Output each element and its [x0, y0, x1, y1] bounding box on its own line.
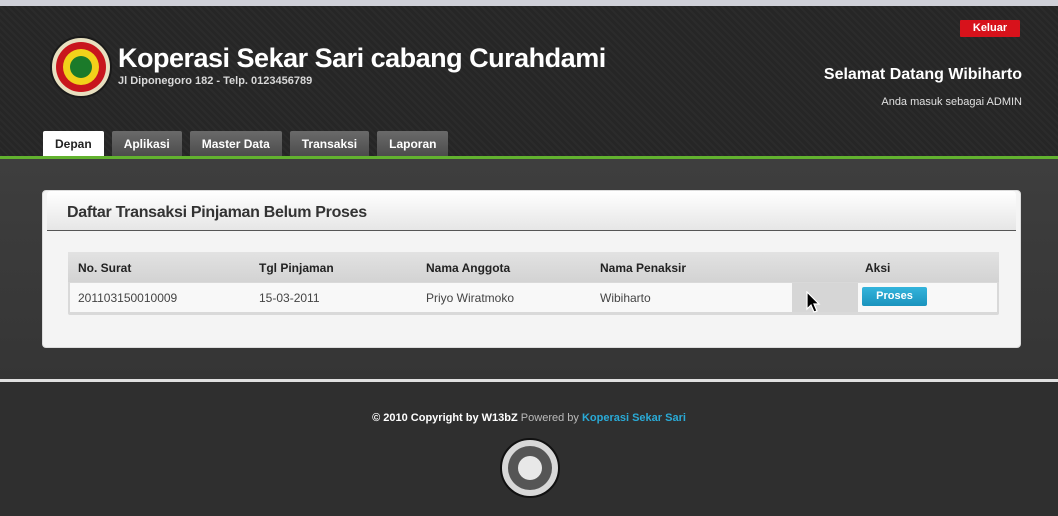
brand-link[interactable]: Koperasi Sekar Sari: [582, 412, 686, 424]
pending-loans-table: No. Surat Tgl Pinjaman Nama Anggota Nama…: [68, 252, 999, 315]
footer-logo-icon: [500, 438, 560, 498]
site-header: Koperasi Sekar Sari cabang Curahdami Jl …: [0, 6, 1058, 159]
logout-button[interactable]: Keluar: [960, 20, 1020, 37]
panel-title: Daftar Transaksi Pinjaman Belum Proses: [67, 204, 367, 221]
col-nama-anggota: Nama Anggota: [426, 261, 511, 275]
cell-tgl-pinjaman: 15-03-2011: [259, 291, 320, 305]
cell-nama-anggota: Priyo Wiratmoko: [426, 291, 515, 305]
main-nav: Depan Aplikasi Master Data Transaksi Lap…: [43, 131, 456, 159]
tab-laporan[interactable]: Laporan: [377, 131, 449, 157]
tab-depan[interactable]: Depan: [43, 131, 104, 159]
col-aksi: Aksi: [865, 261, 891, 275]
tab-transaksi[interactable]: Transaksi: [289, 131, 370, 157]
col-nama-penaksir: Nama Penaksir: [600, 261, 687, 275]
mouse-cursor-icon: [806, 291, 821, 313]
cell-nama-penaksir: Wibiharto: [600, 291, 651, 305]
table-header: No. Surat Tgl Pinjaman Nama Anggota Nama…: [68, 252, 999, 282]
welcome-text: Selamat Datang Wibiharto: [823, 66, 1022, 83]
logo-emblem-icon: [50, 36, 112, 98]
powered-by-label: Powered by: [520, 412, 579, 424]
col-tgl-pinjaman: Tgl Pinjaman: [259, 261, 334, 275]
pending-loans-panel: Daftar Transaksi Pinjaman Belum Proses N…: [42, 190, 1021, 348]
tab-master-data[interactable]: Master Data: [189, 131, 282, 157]
cell-no-surat: 201103150010009: [78, 291, 178, 305]
role-text: Anda masuk sebagai ADMIN: [881, 96, 1022, 108]
site-footer: © 2010 Copyright by W13bZ Powered by Kop…: [0, 382, 1058, 516]
col-no-surat: No. Surat: [78, 261, 132, 275]
tab-aplikasi[interactable]: Aplikasi: [111, 131, 182, 157]
table-row: 201103150010009 15-03-2011 Priyo Wiratmo…: [70, 283, 997, 312]
proses-button[interactable]: Proses: [862, 287, 927, 306]
copyright-text: © 2010 Copyright by W13bZ Powered by Kop…: [0, 412, 1058, 424]
site-address: Jl Diponegoro 182 - Telp. 0123456789: [118, 75, 313, 87]
site-title: Koperasi Sekar Sari cabang Curahdami: [118, 43, 606, 73]
copyright-owner: © 2010 Copyright by W13bZ: [372, 412, 518, 424]
action-cell-spacer: [792, 283, 858, 312]
